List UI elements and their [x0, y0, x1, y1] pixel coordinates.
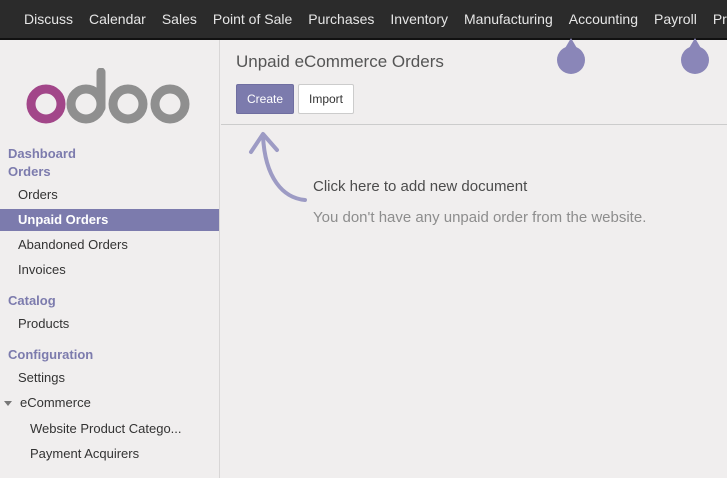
- sidebar-item-abandoned-orders[interactable]: Abandoned Orders: [0, 234, 219, 256]
- menu-purchases[interactable]: Purchases: [300, 0, 382, 39]
- sidebar-item-products[interactable]: Products: [0, 313, 219, 335]
- sidebar-item-unpaid-orders[interactable]: Unpaid Orders: [0, 209, 219, 231]
- sidebar-item-ecommerce-label: eCommerce: [20, 395, 91, 410]
- caret-down-icon: [4, 401, 12, 407]
- top-menu-bar: Discuss Calendar Sales Point of Sale Pur…: [0, 0, 727, 40]
- section-catalog: Catalog: [8, 293, 56, 308]
- sidebar-item-invoices[interactable]: Invoices: [0, 259, 219, 281]
- create-button[interactable]: Create: [236, 84, 294, 114]
- help-title: Click here to add new document: [313, 178, 528, 195]
- section-configuration: Configuration: [8, 347, 94, 362]
- sidebar-item-website-product-categories[interactable]: Website Product Catego...: [0, 418, 219, 440]
- main-content: Unpaid eCommerce Orders Create Import Cl…: [221, 40, 727, 478]
- help-text: You don't have any unpaid order from the…: [313, 209, 647, 226]
- breadcrumb: Unpaid eCommerce Orders: [236, 52, 444, 71]
- menu-payroll[interactable]: Payroll: [646, 0, 705, 39]
- menu-calendar[interactable]: Calendar: [81, 0, 154, 39]
- menu-discuss[interactable]: Discuss: [16, 0, 81, 39]
- import-button[interactable]: Import: [298, 84, 354, 114]
- sidebar-item-orders[interactable]: Orders: [0, 184, 219, 206]
- control-panel-divider: [221, 124, 727, 125]
- menu-sales[interactable]: Sales: [154, 0, 205, 39]
- menu-point-of-sale[interactable]: Point of Sale: [205, 0, 300, 39]
- section-orders: Orders: [8, 164, 51, 179]
- menu-accounting[interactable]: Accounting: [561, 0, 646, 39]
- sidebar-item-settings[interactable]: Settings: [0, 367, 219, 389]
- menu-manufacturing[interactable]: Manufacturing: [456, 0, 561, 39]
- section-dashboard[interactable]: Dashboard: [8, 146, 76, 161]
- menu-project[interactable]: Project: [705, 0, 727, 39]
- sidebar: Dashboard Orders Orders Unpaid Orders Ab…: [0, 40, 220, 478]
- sidebar-item-ecommerce[interactable]: eCommerce: [0, 392, 219, 414]
- curved-arrow-icon: [249, 132, 307, 202]
- sidebar-item-payment-acquirers[interactable]: Payment Acquirers: [0, 443, 219, 465]
- odoo-logo[interactable]: [26, 68, 196, 128]
- menu-inventory[interactable]: Inventory: [382, 0, 456, 39]
